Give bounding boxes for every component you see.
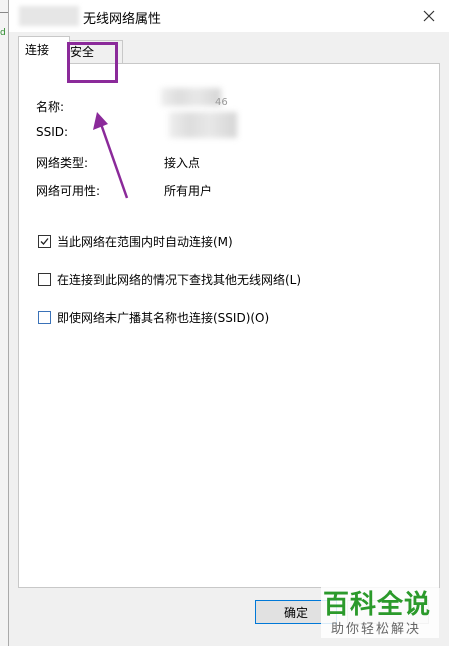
network-availability-value: 所有用户 bbox=[164, 184, 213, 198]
close-icon bbox=[423, 10, 435, 22]
hidden-ssid-label: 即使网络未广播其名称也连接(SSID)(O) bbox=[57, 311, 270, 325]
hidden-ssid-option[interactable]: 即使网络未广播其名称也连接(SSID)(O) bbox=[38, 309, 269, 326]
name-label: 名称: bbox=[36, 100, 65, 114]
watermark-subtitle: 助你轻松解决 bbox=[331, 622, 422, 637]
watermark-title: 百科全说 bbox=[323, 590, 432, 620]
blurred-ssid-value bbox=[169, 112, 237, 138]
close-button[interactable] bbox=[416, 4, 442, 28]
auto-connect-label: 当此网络在范围内时自动连接(M) bbox=[57, 235, 233, 249]
find-other-networks-checkbox[interactable] bbox=[38, 273, 51, 286]
blurred-name-value bbox=[161, 88, 221, 106]
check-icon bbox=[40, 238, 49, 245]
find-other-networks-label: 在连接到此网络的情况下查找其他无线网络(L) bbox=[57, 273, 302, 287]
title-bar: 无线网络属性 bbox=[9, 0, 449, 32]
tab-panel-connection: 名称: 46 SSID: 网络类型: 接入点 网络可用性: 所有用户 当此网络在… bbox=[18, 63, 440, 588]
background-glyph: d bbox=[0, 28, 6, 38]
divider bbox=[0, 12, 8, 13]
ssid-label: SSID: bbox=[36, 125, 69, 139]
blurred-app-icon bbox=[19, 6, 79, 26]
network-availability-label: 网络可用性: bbox=[36, 184, 101, 198]
hidden-ssid-checkbox[interactable] bbox=[38, 311, 51, 324]
auto-connect-checkbox[interactable] bbox=[38, 235, 51, 248]
tab-connection[interactable]: 连接 bbox=[18, 36, 70, 65]
watermark: 百科全说 助你轻松解决 bbox=[321, 584, 439, 638]
properties-dialog: 无线网络属性 连接 安全 名称: 46 SSID: 网络类型: 接入点 网络可用… bbox=[8, 0, 449, 646]
auto-connect-option[interactable]: 当此网络在范围内时自动连接(M) bbox=[38, 233, 233, 250]
name-value: 46 bbox=[215, 97, 228, 108]
window-title: 无线网络属性 bbox=[83, 12, 162, 27]
find-other-networks-option[interactable]: 在连接到此网络的情况下查找其他无线网络(L) bbox=[38, 271, 301, 288]
network-type-label: 网络类型: bbox=[36, 156, 89, 170]
network-type-value: 接入点 bbox=[164, 156, 201, 170]
annotation-highlight-box bbox=[67, 42, 118, 83]
